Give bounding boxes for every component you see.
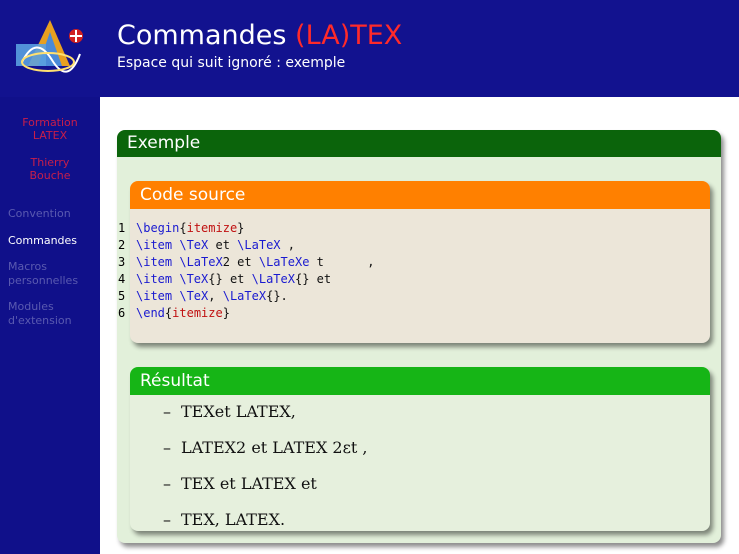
sidebar-item-convention[interactable]: Convention — [8, 207, 71, 221]
result-item-text: LATEX2 et LATEX 2εt , — [181, 438, 368, 457]
line-number: 1 — [118, 221, 126, 235]
result-list: – TEXet LATEX, – LATEX2 et LATEX 2εt , – TEX … — [163, 402, 368, 546]
sidebar-author-line-1[interactable]: Thierry — [0, 156, 100, 169]
code-line: 6 \end{itemize} — [118, 306, 230, 320]
page-subtitle: Espace qui suit ignoré : exemple — [117, 55, 346, 71]
bullet-dash: – — [163, 510, 171, 529]
bullet-dash: – — [163, 438, 171, 457]
line-number: 5 — [118, 289, 126, 303]
math-doc-logo-icon — [8, 14, 92, 76]
result-item-text: TEX, LATEX. — [181, 510, 286, 529]
sidebar-item-commandes[interactable]: Commandes — [8, 234, 77, 248]
sidebar: Formation LATEX Thierry Bouche Conventio… — [0, 97, 100, 554]
code-line: 1 \begin{itemize} — [118, 221, 245, 235]
bullet-dash: – — [163, 474, 171, 493]
result-list-item: – TEX, LATEX. — [163, 510, 368, 546]
code-line: 2 \item \TeX et \LaTeX , — [118, 238, 295, 252]
example-block-title: Exemple — [117, 130, 721, 157]
header: Commandes (LA)TEX Espace qui suit ignoré… — [0, 0, 739, 97]
result-list-item: – TEX et LATEX et — [163, 474, 368, 510]
code-block-title: Code source — [130, 181, 710, 209]
page-title: Commandes (LA)TEX — [117, 20, 402, 52]
bullet-dash: – — [163, 402, 171, 421]
code-line: 3 \item \LaTeX2 et \LaTeXe t , — [118, 255, 375, 269]
code-line: 4 \item \TeX{} et \LaTeX{} et — [118, 272, 332, 286]
result-list-item: – TEXet LATEX, — [163, 402, 368, 438]
sidebar-item-macros[interactable]: Macros personnelles — [8, 260, 96, 288]
sidebar-author-line-2[interactable]: Bouche — [0, 169, 100, 182]
result-list-item: – LATEX2 et LATEX 2εt , — [163, 438, 368, 474]
result-item-text: TEX et LATEX et — [181, 474, 317, 493]
line-number: 6 — [118, 306, 126, 320]
title-latex: (LA)TEX — [295, 20, 403, 51]
code-listing: 1 \begin{itemize} 2 \item \TeX et \LaTeX , 3… — [118, 220, 374, 322]
result-block-title: Résultat — [130, 367, 710, 395]
code-line: 5 \item \TeX, \LaTeX{}. — [118, 289, 288, 303]
sidebar-course-line-1[interactable]: Formation — [0, 116, 100, 129]
line-number: 2 — [118, 238, 126, 252]
line-number: 3 — [118, 255, 126, 269]
line-number: 4 — [118, 272, 126, 286]
sidebar-item-modules[interactable]: Modules d'extension — [8, 300, 96, 328]
sidebar-course-line-2[interactable]: LATEX — [0, 129, 100, 142]
title-prefix: Commandes — [117, 20, 296, 51]
result-item-text: TEXet LATEX, — [181, 402, 296, 421]
